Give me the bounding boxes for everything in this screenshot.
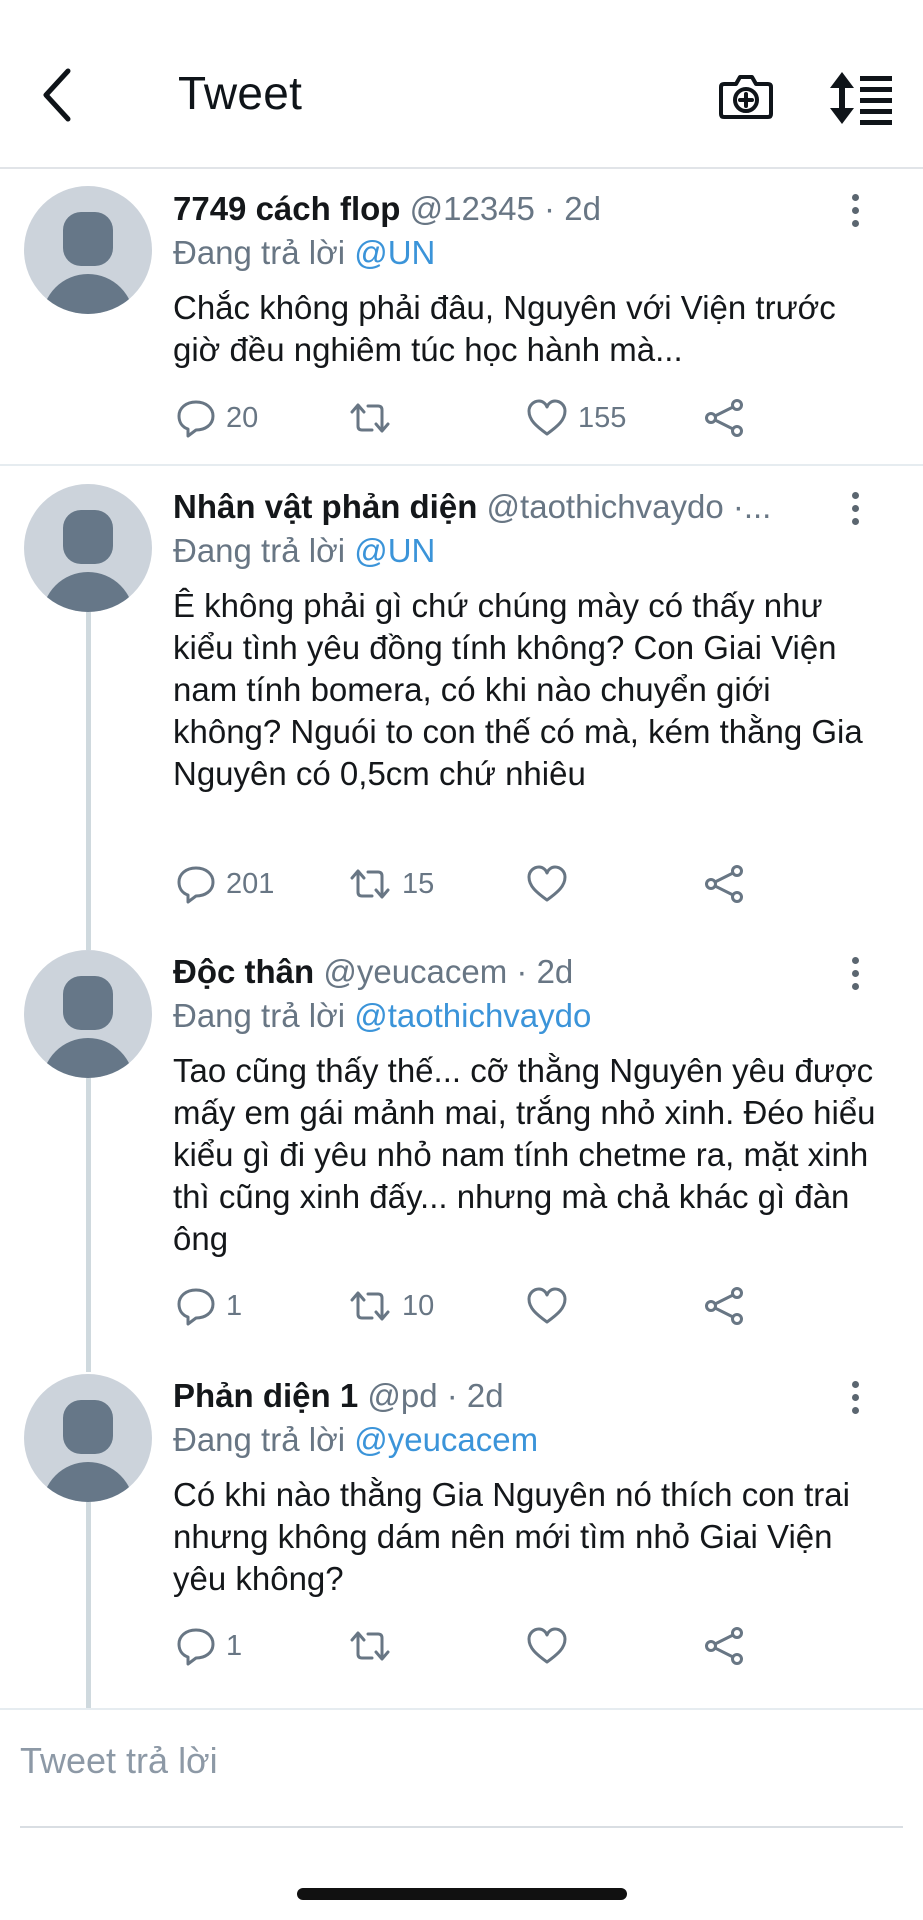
page-title: Tweet — [178, 67, 303, 119]
share-icon — [705, 399, 743, 437]
reply-button[interactable]: 201 — [176, 864, 274, 904]
retweet-icon — [350, 869, 390, 899]
reply-button[interactable]: 1 — [176, 1626, 242, 1666]
reply-input[interactable]: Tweet trả lời — [20, 1740, 218, 1782]
more-options-button[interactable] — [840, 1375, 870, 1419]
heart-icon — [527, 1627, 567, 1664]
tweet-text: Ê không phải gì chứ chúng mày có thấy nh… — [173, 587, 863, 792]
more-options-button[interactable] — [840, 486, 870, 530]
more-vertical-icon — [851, 193, 859, 201]
reply-button[interactable]: 20 — [176, 398, 258, 438]
share-icon — [705, 1287, 743, 1325]
top-bar: Tweet — [0, 0, 923, 169]
author-name[interactable]: 7749 cách flop — [173, 190, 400, 227]
author-name[interactable]: Nhân vật phản diện — [173, 488, 477, 525]
reply-button[interactable]: 1 — [176, 1286, 242, 1326]
retweet-icon — [350, 1291, 390, 1321]
retweet-button[interactable]: 15 — [348, 864, 434, 904]
more-options-button[interactable] — [840, 951, 870, 995]
reply-count: 20 — [226, 401, 259, 434]
back-button[interactable] — [30, 60, 86, 130]
more-vertical-icon — [851, 1380, 859, 1388]
share-button[interactable] — [704, 1626, 744, 1666]
retweet-icon — [350, 403, 390, 433]
tweet-header: Nhân vật phản diện @taothichvaydo ·... — [173, 488, 823, 526]
tweet-actions: 201 15 — [0, 864, 923, 914]
divider — [20, 1826, 903, 1828]
author-handle: @taothichvaydo ·... — [486, 488, 772, 525]
tweet-header: Độc thân @yeucacem · 2d — [173, 953, 823, 991]
sort-button[interactable] — [828, 70, 894, 126]
author-handle: @pd · 2d — [367, 1377, 504, 1414]
retweet-count: 10 — [402, 1289, 435, 1322]
retweet-icon — [350, 1631, 390, 1661]
tweet-header: Phản diện 1 @pd · 2d — [173, 1377, 823, 1415]
mention-link[interactable]: @yeucacem — [354, 1421, 538, 1458]
like-button[interactable] — [526, 864, 578, 904]
avatar[interactable] — [24, 950, 152, 1078]
reply-icon — [177, 866, 215, 904]
tweet-header: 7749 cách flop @12345 · 2d — [173, 190, 823, 228]
retweet-count: 15 — [402, 867, 435, 900]
author-handle: @12345 · 2d — [409, 190, 601, 227]
tweet-text: Có khi nào thằng Gia Nguyên nó thích con… — [173, 1476, 850, 1597]
thread-line — [86, 1502, 91, 1708]
heart-icon — [527, 1287, 567, 1324]
sort-icon — [830, 72, 892, 125]
mention-link[interactable]: @taothichvaydo — [354, 997, 591, 1034]
replying-to: Đang trả lời @yeucacem — [173, 1421, 539, 1458]
reply-count: 1 — [226, 1629, 243, 1662]
avatar[interactable] — [24, 186, 152, 314]
avatar[interactable] — [24, 484, 152, 612]
divider — [0, 464, 923, 466]
camera-button[interactable] — [716, 66, 776, 126]
avatar[interactable] — [24, 1374, 152, 1502]
reply-icon — [177, 1628, 215, 1666]
mention-link[interactable]: @UN — [354, 532, 435, 569]
reply-icon — [177, 400, 215, 438]
divider — [0, 1708, 923, 1710]
like-button[interactable]: 155 — [526, 398, 626, 438]
like-count: 155 — [578, 401, 627, 434]
share-button[interactable] — [704, 398, 744, 438]
share-button[interactable] — [704, 864, 744, 904]
retweet-button[interactable]: 10 — [348, 1286, 434, 1326]
author-handle: @yeucacem · 2d — [323, 953, 574, 990]
reply-count: 1 — [226, 1289, 243, 1322]
tweet-text: Tao cũng thấy thế... cỡ thằng Nguyên yêu… — [173, 1052, 876, 1257]
share-icon — [705, 865, 743, 903]
more-vertical-icon — [851, 956, 859, 964]
replying-to: Đang trả lời @UN — [173, 532, 436, 569]
reply-icon — [177, 1288, 215, 1326]
retweet-button[interactable] — [348, 1626, 402, 1666]
tweet-actions: 20 155 — [0, 398, 923, 448]
chevron-left-icon — [43, 68, 71, 122]
tweet-actions: 1 10 — [0, 1286, 923, 1336]
tweet-text: Chắc không phải đâu, Nguyên với Viện trư… — [173, 289, 836, 368]
camera-plus-icon — [719, 75, 773, 119]
replying-to: Đang trả lời @taothichvaydo — [173, 997, 592, 1034]
author-name[interactable]: Độc thân — [173, 953, 314, 990]
more-options-button[interactable] — [840, 188, 870, 232]
mention-link[interactable]: @UN — [354, 234, 435, 271]
retweet-button[interactable] — [348, 398, 402, 438]
more-vertical-icon — [851, 491, 859, 499]
replying-to: Đang trả lời @UN — [173, 234, 436, 271]
like-button[interactable] — [526, 1626, 578, 1666]
heart-icon — [527, 399, 567, 436]
reply-count: 201 — [226, 867, 275, 900]
author-name[interactable]: Phản diện 1 — [173, 1377, 358, 1414]
home-indicator[interactable] — [297, 1888, 627, 1900]
share-icon — [705, 1627, 743, 1665]
heart-icon — [527, 865, 567, 902]
share-button[interactable] — [704, 1286, 744, 1326]
like-button[interactable] — [526, 1286, 578, 1326]
tweet-actions: 1 — [0, 1626, 923, 1676]
